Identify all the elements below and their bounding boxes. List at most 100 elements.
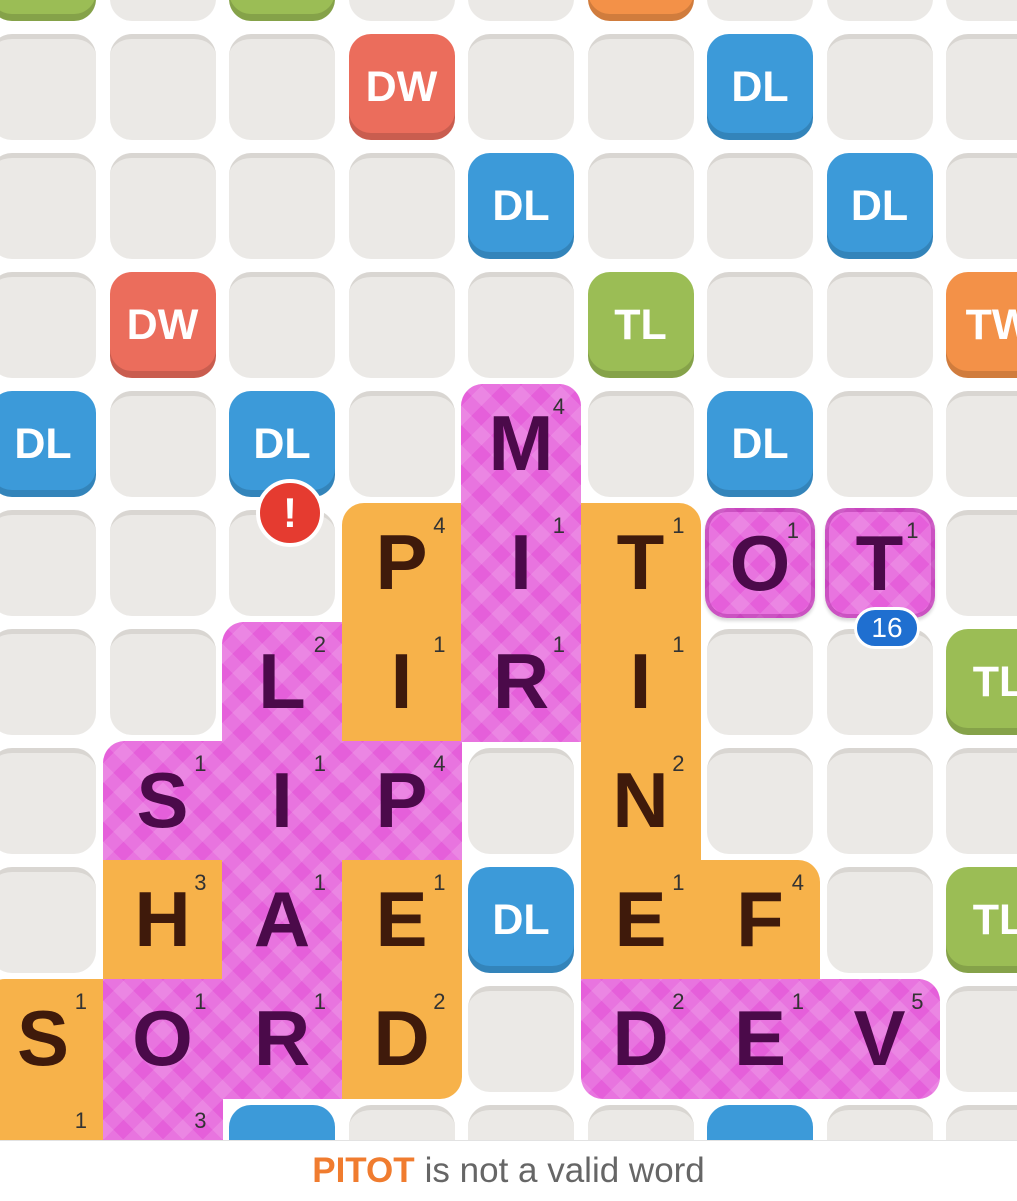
board-square[interactable] (826, 391, 933, 497)
board-square[interactable] (348, 1105, 455, 1140)
letter-tile[interactable]: 1 (0, 1098, 103, 1140)
bonus-square-dl[interactable]: DL (468, 153, 574, 259)
bonus-square-dl[interactable]: DL (468, 867, 574, 973)
letter-tile[interactable]: D2 (341, 979, 462, 1099)
board-square[interactable] (109, 153, 216, 259)
board-square[interactable] (707, 272, 813, 378)
board-square[interactable] (109, 34, 216, 140)
board-square[interactable] (587, 391, 694, 497)
board-square[interactable] (229, 272, 335, 378)
letter-tile[interactable]: S1 (0, 979, 103, 1099)
letter-tile[interactable]: L2 (222, 622, 342, 742)
board-square[interactable] (0, 748, 96, 854)
letter-tile[interactable]: 3 (102, 1098, 223, 1140)
board-square[interactable] (826, 1105, 933, 1140)
board-square[interactable] (348, 391, 455, 497)
game-board[interactable]: DWDLDLDLDWTLTWDLDLDLTLDLTLDLDLM4P4I1T1O1… (0, 0, 1017, 1140)
error-exclamation-icon[interactable]: ! (256, 479, 324, 547)
letter-tile[interactable]: P4 (341, 741, 462, 861)
tile-points: 1 (194, 751, 207, 776)
board-square[interactable] (0, 629, 96, 735)
letter-tile[interactable]: I1 (580, 622, 701, 742)
board-square[interactable] (826, 34, 933, 140)
letter-tile[interactable]: I1 (341, 622, 462, 742)
letter-tile[interactable]: E1 (580, 860, 701, 980)
board-square[interactable] (229, 153, 335, 259)
board-square[interactable] (109, 0, 216, 21)
letter-tile[interactable]: E1 (341, 860, 462, 980)
board-square[interactable] (587, 34, 694, 140)
letter-tile[interactable]: P4 (341, 503, 462, 623)
board-square[interactable] (587, 153, 694, 259)
board-square[interactable] (946, 510, 1017, 616)
bonus-square-dl[interactable]: DL (826, 153, 933, 259)
letter-tile[interactable]: T1 (824, 508, 935, 618)
letter-tile[interactable]: N2 (580, 741, 701, 861)
board-square[interactable] (0, 153, 96, 259)
bonus-square-dl[interactable]: DL (707, 1105, 813, 1140)
board-square[interactable] (109, 391, 216, 497)
tile-points: 2 (433, 989, 446, 1014)
board-square[interactable] (348, 272, 455, 378)
board-square[interactable] (707, 0, 813, 21)
letter-tile[interactable]: V5 (819, 979, 940, 1099)
board-square[interactable] (946, 986, 1017, 1092)
bonus-square-tw[interactable] (587, 0, 694, 21)
board-square[interactable] (109, 629, 216, 735)
board-square[interactable] (468, 34, 574, 140)
letter-tile[interactable]: I1 (222, 741, 342, 861)
board-square[interactable] (468, 272, 574, 378)
board-square[interactable] (946, 391, 1017, 497)
board-square[interactable] (946, 34, 1017, 140)
board-square[interactable] (0, 867, 96, 973)
bonus-square-dl[interactable]: DL (707, 391, 813, 497)
letter-tile[interactable]: M4 (461, 384, 581, 504)
board-square[interactable] (468, 1105, 574, 1140)
board-square[interactable] (946, 0, 1017, 21)
letter-tile[interactable]: H3 (102, 860, 223, 980)
board-square[interactable] (946, 748, 1017, 854)
bonus-square-dl[interactable]: DL (229, 1105, 335, 1140)
bonus-square-tl[interactable] (229, 0, 335, 21)
bonus-square-dw[interactable]: DW (348, 34, 455, 140)
letter-tile[interactable]: F4 (700, 860, 820, 980)
board-square[interactable] (468, 748, 574, 854)
board-square[interactable] (0, 34, 96, 140)
letter-tile[interactable]: A1 (222, 860, 342, 980)
board-square[interactable] (468, 0, 574, 21)
bonus-square-tl[interactable] (0, 0, 96, 21)
board-square[interactable] (946, 1105, 1017, 1140)
bonus-square-tw[interactable]: TW (946, 272, 1017, 378)
board-square[interactable] (826, 867, 933, 973)
board-square[interactable] (707, 629, 813, 735)
letter-tile[interactable]: O1 (705, 508, 815, 618)
board-square[interactable] (0, 510, 96, 616)
letter-tile[interactable]: O1 (102, 979, 223, 1099)
letter-tile[interactable]: R1 (222, 979, 342, 1099)
board-square[interactable] (707, 153, 813, 259)
letter-tile[interactable]: E1 (700, 979, 820, 1099)
letter-tile[interactable]: R1 (461, 622, 581, 742)
board-square[interactable] (0, 272, 96, 378)
bonus-square-dl[interactable]: DL (0, 391, 96, 497)
bonus-square-dw[interactable]: DW (109, 272, 216, 378)
letter-tile[interactable]: T1 (580, 503, 701, 623)
bonus-square-tl[interactable]: TL (946, 867, 1017, 973)
board-square[interactable] (826, 748, 933, 854)
board-square[interactable] (587, 1105, 694, 1140)
board-square[interactable] (348, 153, 455, 259)
bonus-square-tl[interactable]: TL (587, 272, 694, 378)
board-square[interactable] (826, 0, 933, 21)
board-square[interactable] (946, 153, 1017, 259)
letter-tile[interactable]: S1 (102, 741, 223, 861)
board-square[interactable] (109, 510, 216, 616)
board-square[interactable] (229, 34, 335, 140)
board-square[interactable] (826, 272, 933, 378)
bonus-square-dl[interactable]: DL (707, 34, 813, 140)
board-square[interactable] (348, 0, 455, 21)
board-square[interactable] (707, 748, 813, 854)
letter-tile[interactable]: I1 (461, 503, 581, 623)
letter-tile[interactable]: D2 (580, 979, 701, 1099)
board-square[interactable] (468, 986, 574, 1092)
bonus-square-tl[interactable]: TL (946, 629, 1017, 735)
